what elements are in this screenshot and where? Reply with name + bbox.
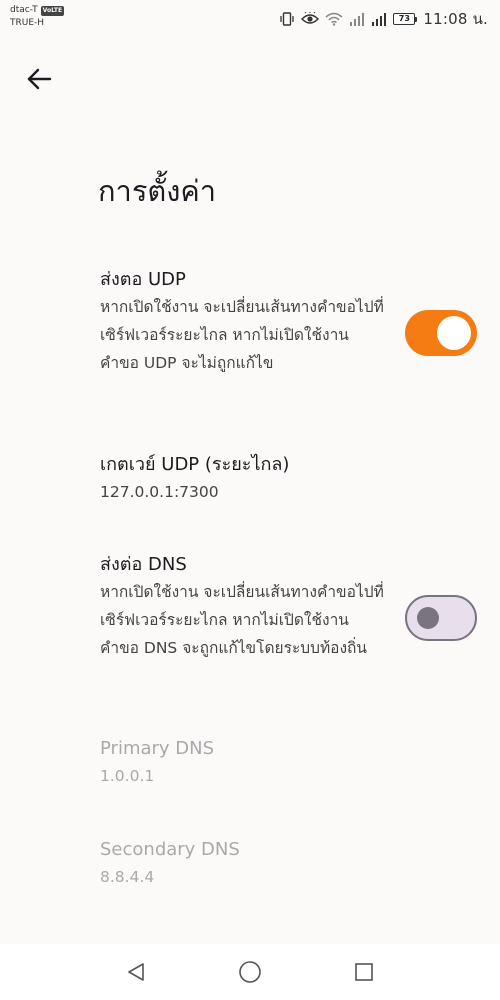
back-button[interactable] [22, 62, 56, 96]
nav-home-button[interactable] [235, 957, 265, 987]
status-bar: dtac-T VoLTE TRUE-H 73 11:08 น. [0, 0, 500, 36]
setting-udp-gateway-title: เกตเวย์ UDP (ระยะไกล) [100, 454, 290, 475]
carrier-info: dtac-T VoLTE TRUE-H [10, 4, 65, 30]
setting-udp-forward-title: ส่งตอ UDP [100, 269, 186, 290]
vibrate-icon [280, 12, 295, 26]
volte-badge: VoLTE [40, 5, 65, 16]
setting-primary-dns-title: Primary DNS [100, 738, 215, 759]
wifi-icon [325, 12, 343, 26]
triangle-back-icon [128, 963, 144, 981]
nav-back-button[interactable] [121, 957, 151, 987]
status-clock: 11:08 น. [423, 10, 488, 28]
settings-screen: dtac-T VoLTE TRUE-H 73 11:08 น. การตั้งค… [0, 0, 500, 1000]
square-recent-icon [355, 963, 373, 981]
setting-dns-forward-title: ส่งต่อ DNS [100, 554, 187, 575]
toggle-knob [437, 316, 471, 350]
setting-udp-forward[interactable]: ส่งตอ UDP หากเปิดใช้งาน จะเปลี่ยนเส้นทาง… [100, 267, 390, 377]
carrier-2-label: TRUE-H [10, 18, 45, 28]
udp-forward-toggle[interactable] [405, 310, 477, 356]
nav-recent-button[interactable] [349, 957, 379, 987]
dns-forward-toggle[interactable] [405, 595, 477, 641]
setting-dns-forward[interactable]: ส่งต่อ DNS หากเปิดใช้งาน จะเปลี่ยนเส้นทา… [100, 552, 390, 662]
signal-2-icon [372, 13, 387, 26]
setting-udp-forward-description: หากเปิดใช้งาน จะเปลี่ยนเส้นทางคำขอไปที่เ… [100, 298, 384, 372]
setting-secondary-dns[interactable]: Secondary DNS 8.8.4.4 [100, 837, 390, 891]
status-icons: 73 11:08 น. [279, 7, 488, 31]
battery-icon: 73 [393, 13, 418, 25]
setting-dns-forward-description: หากเปิดใช้งาน จะเปลี่ยนเส้นทางคำขอไปที่เ… [100, 583, 384, 657]
setting-primary-dns[interactable]: Primary DNS 1.0.0.1 [100, 736, 390, 790]
arrow-left-icon [27, 68, 52, 90]
setting-primary-dns-value: 1.0.0.1 [100, 767, 155, 785]
signal-1-icon [350, 13, 365, 26]
battery-level: 73 [393, 13, 416, 25]
page-title: การตั้งค่า [98, 174, 217, 208]
carrier-1-label: dtac-T [10, 5, 38, 15]
circle-home-icon [239, 961, 261, 983]
setting-udp-gateway-value: 127.0.0.1:7300 [100, 483, 219, 501]
system-nav-bar [0, 944, 500, 1000]
eye-comfort-icon [301, 12, 320, 24]
setting-udp-gateway[interactable]: เกตเวย์ UDP (ระยะไกล) 127.0.0.1:7300 [100, 452, 390, 506]
toggle-knob [417, 607, 439, 629]
setting-secondary-dns-value: 8.8.4.4 [100, 868, 155, 886]
setting-secondary-dns-title: Secondary DNS [100, 839, 240, 860]
